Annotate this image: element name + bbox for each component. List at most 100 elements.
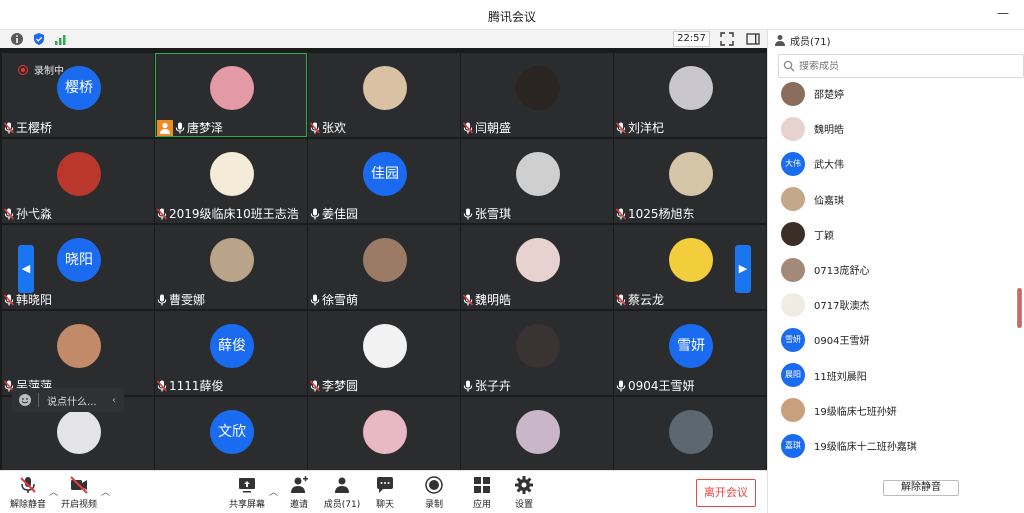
participant-name: 刘洋杞 xyxy=(628,121,665,135)
participant-tile[interactable]: 2019级临床10班王志浩 xyxy=(155,139,307,223)
participant-tile[interactable]: 佳园 姜佳园 xyxy=(308,139,460,223)
search-icon xyxy=(783,60,795,72)
member-list-item[interactable]: 19级临床七班孙妍 xyxy=(768,393,1018,428)
member-list-scrollbar[interactable] xyxy=(1017,288,1022,328)
share-screen-button[interactable]: 共享屏幕 xyxy=(221,475,273,510)
member-list-item[interactable]: 0717耿澳杰 xyxy=(768,287,1018,322)
mic-muted-icon xyxy=(616,121,626,134)
participant-name: 张雪琪 xyxy=(475,207,512,221)
mic-muted-icon xyxy=(4,293,14,306)
participant-name: 闫朝盛 xyxy=(475,121,512,135)
video-options-chevron-icon[interactable]: ︿ xyxy=(101,485,111,498)
participant-tile[interactable]: 吴萍萍 xyxy=(2,311,154,395)
participant-tile[interactable]: 张欢 xyxy=(308,53,460,137)
member-name: 19级临床十二班孙嘉琪 xyxy=(814,442,917,453)
mic-icon xyxy=(175,122,185,133)
unmute-all-button[interactable]: 解除静音 xyxy=(883,480,959,496)
invite-label: 邀请 xyxy=(289,500,308,510)
member-list-item[interactable]: 魏明皓 xyxy=(768,111,1018,146)
participant-name: 韩晓阳 xyxy=(16,293,53,307)
participant-tile[interactable]: 曹雯娜 xyxy=(155,225,307,309)
member-list-item[interactable]: 丁颖 xyxy=(768,217,1018,252)
member-list-item[interactable]: 晨阳 11班刘晨阳 xyxy=(768,358,1018,393)
member-list-item[interactable]: 佡嘉琪 xyxy=(768,182,1018,217)
person-icon xyxy=(775,35,785,46)
participant-avatar xyxy=(516,324,560,368)
members-panel: 成员(71) 邵楚婷魏明皓大伟武大伟佡嘉琪丁颖 0713庞舒心 0717耿澳杰雪妍 0… xyxy=(767,30,1024,513)
participant-tile[interactable]: 闫朝盛 xyxy=(461,53,613,137)
chat-label: 聊天 xyxy=(375,500,394,510)
chat-button[interactable]: 聊天 xyxy=(359,475,411,510)
camera-off-icon xyxy=(70,476,88,494)
participant-avatar xyxy=(57,152,101,196)
member-avatar xyxy=(781,292,805,317)
member-avatar: 雪妍 xyxy=(781,327,805,352)
participant-tile[interactable] xyxy=(308,397,460,470)
participant-name: 唐梦泽 xyxy=(187,121,224,135)
participant-tile[interactable]: 魏明皓 xyxy=(461,225,613,309)
member-avatar xyxy=(781,187,805,212)
add-person-icon xyxy=(291,476,308,493)
participant-avatar xyxy=(363,66,407,110)
video-grid-area: 录制中 樱桥 王樱桥 唐梦泽 张欢 闫朝盛 刘洋杞 孙弋淼 2019级临床10班王志浩 佳园 姜佳… xyxy=(0,48,767,470)
meeting-window: 腾讯会议 — 22:57 录制中 樱桥 王樱桥 唐梦泽 张欢 闫朝盛 刘洋杞 孙弋淼 2019… xyxy=(0,0,1024,513)
participant-tile[interactable]: 雪妍 0904王雪妍 xyxy=(614,311,766,395)
member-list-item[interactable]: 大伟 武大伟 xyxy=(768,146,1018,181)
settings-button[interactable]: 设置 xyxy=(498,475,550,510)
start-video-button[interactable]: 开启视频 xyxy=(53,475,105,510)
participant-nameplate: 姜佳园 xyxy=(310,206,358,221)
participant-tile[interactable] xyxy=(461,397,613,470)
record-button[interactable]: 录制 xyxy=(408,475,460,510)
participant-avatar xyxy=(363,410,407,454)
participant-tile[interactable]: 张雪琪 xyxy=(461,139,613,223)
unmute-label: 解除静音 xyxy=(9,500,46,510)
start-video-label: 开启视频 xyxy=(60,500,97,510)
participant-nameplate: 1025杨旭东 xyxy=(616,206,695,221)
members-panel-title: 成员(71) xyxy=(790,36,831,48)
member-list: 邵楚婷魏明皓大伟 武大伟 佡嘉琪 丁颖 0713庞舒心 0717耿澳杰 雪妍 0904王雪妍晨… xyxy=(768,82,1018,470)
participant-tile[interactable]: 李梦圆 xyxy=(308,311,460,395)
participant-tile[interactable]: 孙弋淼 xyxy=(2,139,154,223)
leave-meeting-button[interactable]: 离开会议 xyxy=(696,479,756,507)
mic-muted-icon xyxy=(463,121,473,134)
member-name: 魏明皓 xyxy=(814,125,844,137)
emoji-icon[interactable] xyxy=(18,393,32,407)
layout-icon[interactable] xyxy=(746,32,760,46)
participant-tile[interactable]: 刘洋杞 xyxy=(614,53,766,137)
mic-muted-icon xyxy=(157,207,167,220)
mic-icon xyxy=(463,380,473,391)
participant-avatar xyxy=(57,324,101,368)
participant-tile[interactable]: 唐梦泽 xyxy=(155,53,307,137)
signal-icon[interactable] xyxy=(54,32,68,46)
member-list-item[interactable]: 邵楚婷 xyxy=(768,82,1018,111)
unmute-button[interactable]: 解除静音 xyxy=(2,475,54,510)
participant-name: 蔡云龙 xyxy=(628,293,665,307)
participant-nameplate: 1111薛俊 xyxy=(157,378,224,393)
participant-avatar xyxy=(516,152,560,196)
participant-tile[interactable]: 徐雪萌 xyxy=(308,225,460,309)
members-label: 成员(71) xyxy=(323,500,361,510)
chat-input[interactable]: 说点什么... xyxy=(47,393,97,408)
member-search-input[interactable] xyxy=(799,60,999,72)
member-search-box[interactable] xyxy=(778,54,1024,78)
chat-divider xyxy=(38,393,39,407)
next-page-button[interactable]: ▶ xyxy=(735,245,751,293)
collapse-chevron-icon[interactable]: ‹ xyxy=(112,395,116,406)
info-icon[interactable] xyxy=(10,32,24,46)
participant-tile[interactable]: 薛俊 1111薛俊 xyxy=(155,311,307,395)
participant-tile[interactable]: 1025杨旭东 xyxy=(614,139,766,223)
member-list-item[interactable]: 雪妍 0904王雪妍 xyxy=(768,322,1018,357)
participant-tile[interactable]: 张子卉 xyxy=(461,311,613,395)
quick-chat-bar[interactable]: 说点什么... ‹ xyxy=(12,388,124,412)
participant-tile[interactable] xyxy=(614,397,766,470)
fullscreen-icon[interactable] xyxy=(720,32,734,46)
mic-icon xyxy=(463,208,473,219)
minimize-button[interactable]: — xyxy=(996,6,1010,22)
member-list-item[interactable]: 嘉琪 19级临床十二班孙嘉琪 xyxy=(768,428,1018,463)
mic-muted-icon xyxy=(4,207,14,220)
participant-tile[interactable]: 文欣 xyxy=(155,397,307,470)
prev-page-button[interactable]: ◀ xyxy=(18,245,34,293)
shield-icon[interactable] xyxy=(32,32,46,46)
member-list-item[interactable]: 0713庞舒心 xyxy=(768,252,1018,287)
participant-name: 曹雯娜 xyxy=(169,293,206,307)
